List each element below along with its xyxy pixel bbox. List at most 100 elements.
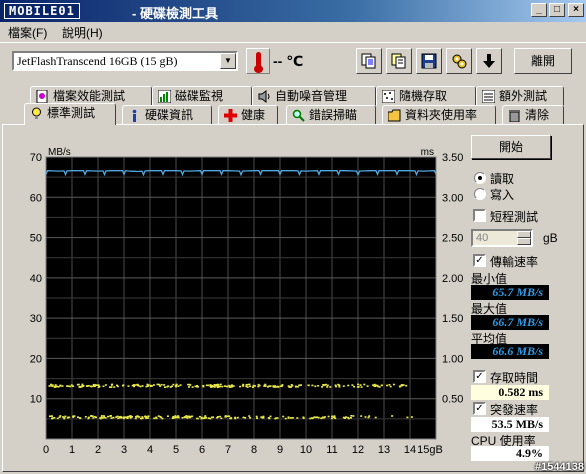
access-time-point-upper xyxy=(187,383,190,386)
access-time-point-upper xyxy=(338,384,341,386)
access-time-point-lower xyxy=(51,415,53,417)
access-time-point-lower xyxy=(112,416,115,419)
access-time-point-upper xyxy=(211,384,213,387)
access-time-point-lower xyxy=(101,417,104,419)
chart-x-tick-label: 10 xyxy=(300,444,312,456)
access-time-point-upper xyxy=(359,384,362,386)
start-button[interactable]: 開始 xyxy=(471,135,551,159)
access-time-point-lower xyxy=(374,416,377,419)
chart-x-tick-label: 15gB xyxy=(417,444,443,456)
access-time-point-lower xyxy=(218,415,221,418)
access-time-point-upper xyxy=(363,383,366,386)
access-time-point-upper xyxy=(232,385,235,387)
access-time-value: 0.582 ms xyxy=(471,385,549,400)
access-time-point-lower xyxy=(360,415,363,417)
access-time-point-lower xyxy=(155,416,158,419)
chart-x-tick-label: 11 xyxy=(326,444,337,456)
access-time-point-upper xyxy=(252,384,255,387)
access-time-point-upper xyxy=(389,385,392,388)
access-time-point-lower xyxy=(84,416,87,418)
access-time-point-lower xyxy=(289,417,292,419)
access-time-point-upper xyxy=(109,386,112,388)
access-time-point-upper xyxy=(194,385,197,388)
access-time-point-upper xyxy=(230,384,233,387)
write-radio[interactable] xyxy=(474,188,486,200)
access-time-point-lower xyxy=(368,415,371,417)
access-time-point-lower xyxy=(147,415,150,417)
access-time-point-upper xyxy=(160,383,163,386)
access-time-point-lower xyxy=(103,415,105,417)
chart-x-tick-label: 13 xyxy=(378,444,390,456)
access-time-point-upper xyxy=(86,385,89,387)
transfer-rate-checkbox[interactable]: ✓ xyxy=(473,254,486,267)
access-time-point-upper xyxy=(78,386,81,388)
chart-right-unit: ms xyxy=(421,147,434,158)
access-time-point-lower xyxy=(347,416,350,419)
access-time-point-upper xyxy=(280,385,283,387)
chart-y-right-tick-label: 0.50 xyxy=(442,394,463,406)
access-time-point-lower xyxy=(129,415,132,417)
chart-y-right-tick-label: 1.50 xyxy=(442,313,463,325)
burst-rate-checkbox[interactable]: ✓ xyxy=(473,402,486,415)
access-time-point-lower xyxy=(350,415,353,417)
access-time-point-upper xyxy=(102,385,105,388)
access-time-point-lower xyxy=(110,417,113,419)
access-time-point-upper xyxy=(205,384,208,387)
access-time-point-lower xyxy=(296,417,299,419)
access-time-point-lower xyxy=(302,417,305,419)
access-time-point-upper xyxy=(131,384,134,387)
read-radio[interactable] xyxy=(474,172,486,184)
access-time-point-lower xyxy=(220,417,223,420)
chart-y-right-tick-label: 3.00 xyxy=(442,192,463,204)
access-time-point-lower xyxy=(330,417,333,420)
access-time-point-upper xyxy=(110,384,113,386)
access-time-point-upper xyxy=(67,385,70,387)
access-time-point-lower xyxy=(177,416,180,418)
access-time-point-upper xyxy=(248,383,251,386)
write-label: 寫入 xyxy=(490,188,515,202)
access-time-point-lower xyxy=(287,416,290,418)
access-time-point-upper xyxy=(225,385,228,388)
access-time-point-upper xyxy=(249,385,252,388)
access-time-point-lower xyxy=(352,415,355,417)
cpu-usage-value: 4.9% xyxy=(471,446,549,461)
access-time-point-lower xyxy=(172,415,175,418)
access-time-point-lower xyxy=(345,416,347,418)
access-time-point-lower xyxy=(181,416,184,419)
access-time-point-upper xyxy=(366,385,369,387)
access-time-point-lower xyxy=(48,415,51,418)
access-time-point-lower xyxy=(63,416,66,419)
access-time-point-lower xyxy=(367,416,370,419)
spin-up-icon[interactable] xyxy=(517,231,531,238)
access-time-point-upper xyxy=(246,383,249,386)
access-time-point-lower xyxy=(90,415,93,417)
access-time-point-upper xyxy=(70,384,73,386)
chart-y-left-tick-label: 30 xyxy=(30,313,42,325)
short-test-size-input[interactable]: 40 xyxy=(471,229,533,247)
access-time-point-lower xyxy=(217,416,219,418)
access-time-point-lower xyxy=(248,415,251,417)
access-time-point-upper xyxy=(149,384,152,387)
access-time-point-lower xyxy=(274,417,277,419)
short-test-checkbox[interactable] xyxy=(473,209,486,222)
access-time-point-upper xyxy=(334,384,337,387)
access-time-point-lower xyxy=(316,416,318,418)
chart-y-left-tick-label: 20 xyxy=(30,353,42,365)
access-time-point-lower xyxy=(331,415,334,418)
spin-down-icon[interactable] xyxy=(517,238,531,245)
access-time-point-lower xyxy=(134,417,137,420)
access-time-point-lower xyxy=(109,415,112,417)
access-time-point-upper xyxy=(221,385,224,388)
access-time-point-lower xyxy=(53,417,56,419)
chart-x-tick-label: 3 xyxy=(121,444,127,456)
chart-x-tick-label: 9 xyxy=(277,444,283,456)
access-time-point-lower xyxy=(145,416,148,418)
access-time-point-upper xyxy=(116,384,118,387)
access-time-point-upper xyxy=(326,386,329,388)
burst-rate-value: 53.5 MB/s xyxy=(471,417,549,432)
access-time-point-lower xyxy=(87,417,90,420)
access-time-checkbox[interactable]: ✓ xyxy=(473,370,486,383)
tab-standard-test[interactable]: 標準測試 xyxy=(24,103,116,125)
lightbulb-icon xyxy=(30,107,43,120)
access-time-point-lower xyxy=(191,415,194,418)
